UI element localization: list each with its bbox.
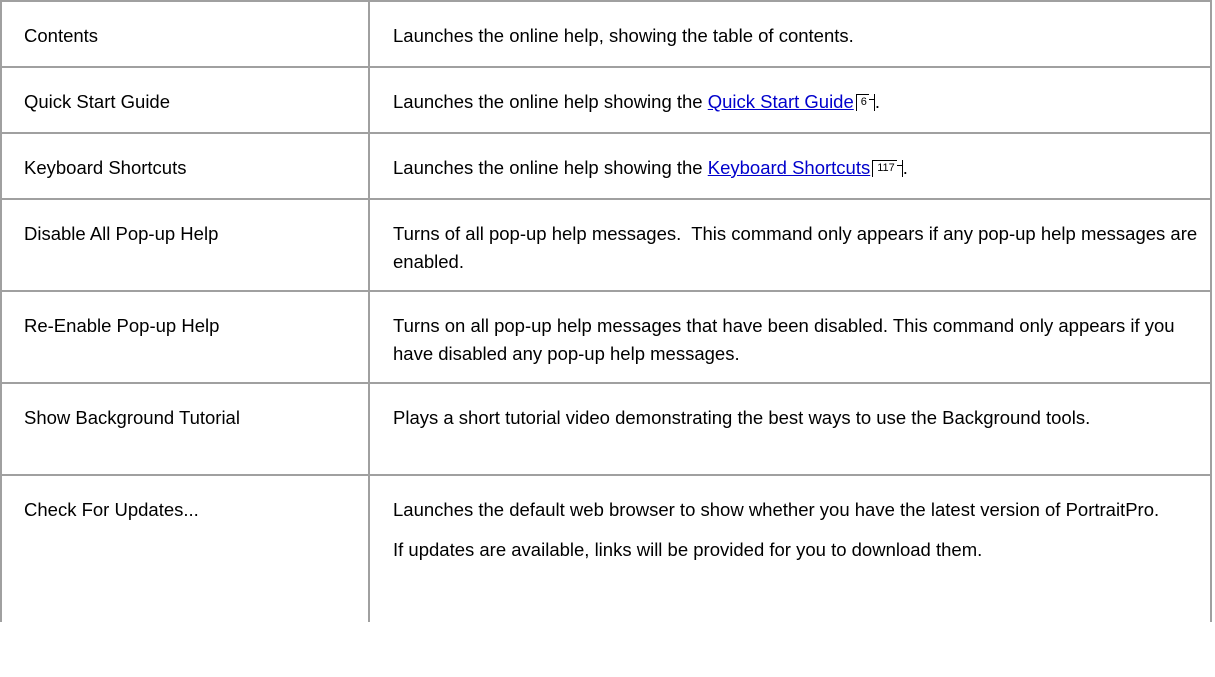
command-cell: Check For Updates...	[0, 474, 370, 622]
table-row: Show Background Tutorial Plays a short t…	[0, 382, 1212, 476]
description-cell: Launches the online help showing the Qui…	[368, 66, 1212, 134]
keyboard-shortcuts-link[interactable]: Keyboard Shortcuts	[708, 157, 870, 178]
table-row: Quick Start Guide Launches the online he…	[0, 66, 1212, 134]
description-text: Launches the online help showing the	[393, 91, 708, 112]
command-cell: Re-Enable Pop-up Help	[0, 290, 370, 384]
description-text: Plays a short tutorial video demonstrati…	[393, 407, 1091, 428]
page-reference[interactable]: 117	[872, 160, 903, 177]
description-suffix: .	[874, 91, 881, 112]
command-cell: Show Background Tutorial	[0, 382, 370, 476]
description-text: Launches the online help showing the	[393, 157, 708, 178]
table-row: Keyboard Shortcuts Launches the online h…	[0, 132, 1212, 200]
description-text: Launches the default web browser to show…	[393, 499, 1160, 520]
description-text: Turns on all pop-up help messages that h…	[393, 315, 1175, 364]
description-cell: Turns on all pop-up help messages that h…	[368, 290, 1212, 384]
description-cell: Plays a short tutorial video demonstrati…	[368, 382, 1212, 476]
description-cell: Turns of all pop-up help messages. This …	[368, 198, 1212, 292]
description-text: Turns of all pop-up help messages. This …	[393, 223, 1203, 272]
table-row: Re-Enable Pop-up Help Turns on all pop-u…	[0, 290, 1212, 384]
description-cell: Launches the online help, showing the ta…	[368, 0, 1212, 68]
command-cell: Disable All Pop-up Help	[0, 198, 370, 292]
description-text: If updates are available, links will be …	[393, 539, 983, 560]
command-cell: Quick Start Guide	[0, 66, 370, 134]
command-cell: Contents	[0, 0, 370, 68]
description-cell: Launches the default web browser to show…	[368, 474, 1212, 622]
table-row: Contents Launches the online help, showi…	[0, 0, 1212, 68]
table-row: Check For Updates... Launches the defaul…	[0, 474, 1212, 622]
description-cell: Launches the online help showing the Key…	[368, 132, 1212, 200]
command-cell: Keyboard Shortcuts	[0, 132, 370, 200]
description-suffix: .	[902, 157, 908, 178]
table-row: Disable All Pop-up Help Turns of all pop…	[0, 198, 1212, 292]
help-menu-table: Contents Launches the online help, showi…	[0, 0, 1212, 622]
description-text: Launches the online help, showing the ta…	[393, 25, 854, 46]
quick-start-guide-link[interactable]: Quick Start Guide	[708, 91, 854, 112]
page-reference[interactable]: 6	[855, 94, 876, 111]
